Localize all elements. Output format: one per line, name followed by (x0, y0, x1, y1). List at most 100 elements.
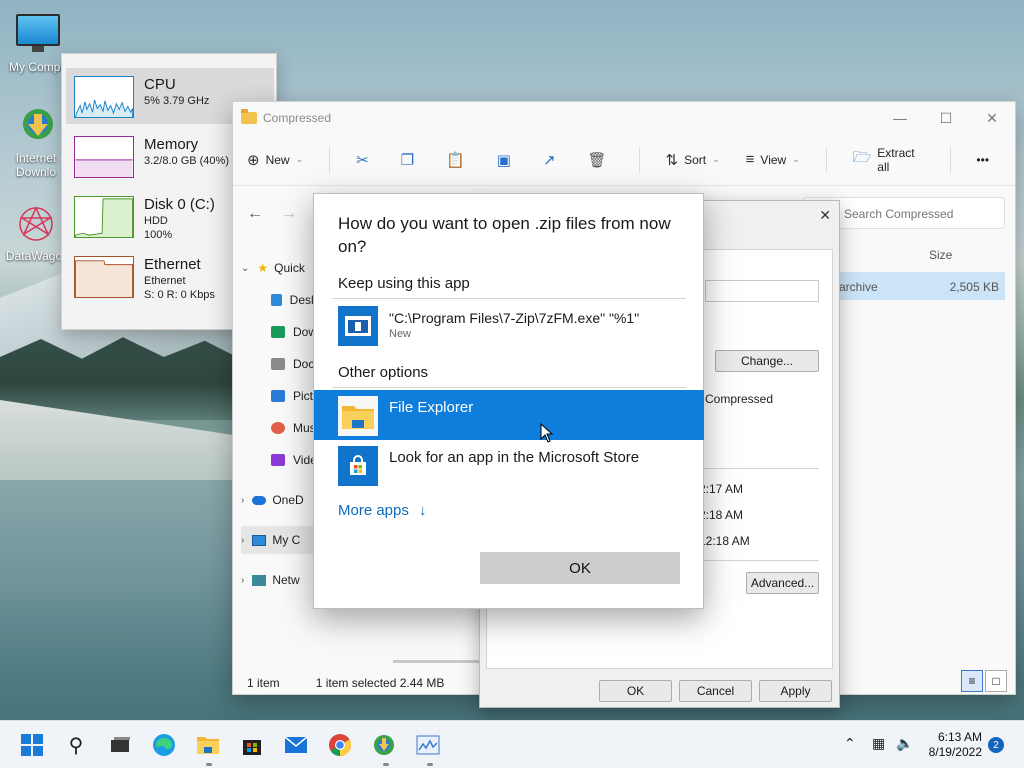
task-manager-taskbar-icon[interactable] (416, 733, 440, 757)
status-bar: 1 item 1 item selected 2.44 MB (247, 676, 445, 690)
desktop-icon-internet-download[interactable]: Internet Downlo (6, 106, 66, 179)
more-options-button[interactable]: ••• (976, 153, 989, 167)
divider (699, 560, 819, 561)
nav-downloads[interactable]: Dow (241, 318, 317, 346)
perf-name: Ethernet (144, 256, 201, 273)
clipboard-icon: 📋 (446, 151, 465, 169)
download-manager-taskbar-icon[interactable] (372, 733, 396, 757)
edge-browser-icon[interactable] (152, 733, 176, 757)
current-app-option[interactable]: "C:\Program Files\7-Zip\7zFM.exe" "%1" N… (314, 300, 704, 350)
microsoft-store-option[interactable]: Look for an app in the Microsoft Store (314, 440, 704, 490)
copy-button[interactable]: ❐ (401, 151, 420, 169)
nav-documents[interactable]: Doc (241, 350, 317, 378)
task-view-icon[interactable] (108, 733, 132, 757)
more-apps-link[interactable]: More apps ↓ (338, 502, 427, 519)
start-button[interactable] (20, 733, 44, 757)
file-explorer-icon (338, 396, 378, 436)
apply-button[interactable]: Apply (759, 680, 832, 702)
cancel-button[interactable]: Cancel (679, 680, 752, 702)
download-manager-icon (23, 109, 53, 139)
file-explorer-taskbar-icon[interactable] (196, 733, 220, 757)
change-button[interactable]: Change... (715, 350, 819, 372)
nav-my-computer[interactable]: › My C (241, 526, 317, 554)
volume-icon[interactable]: 🔈 (896, 735, 913, 752)
network-status-icon[interactable]: ▦ (872, 735, 885, 752)
chevron-down-icon: ⌄ (712, 154, 720, 164)
star-icon: ★ (257, 261, 269, 275)
nav-pictures[interactable]: Pict (241, 382, 317, 410)
monitor-icon (16, 14, 60, 52)
mouse-cursor-icon (540, 423, 554, 443)
trash-icon: 🗑 (587, 151, 607, 169)
column-header-size[interactable]: Size (929, 248, 952, 262)
share-button[interactable]: ↗ (543, 151, 562, 169)
nav-quick-access[interactable]: ⌄ ★ Quick (241, 254, 317, 282)
chevron-right-icon: › (241, 534, 245, 546)
perf-detail: 100% (144, 229, 173, 241)
desktop-icon-my-computer[interactable]: My Compu (8, 10, 68, 74)
datawagon-icon (19, 206, 53, 241)
dialog-question: How do you want to open .zip files from … (338, 214, 671, 256)
nav-onedrive[interactable]: › OneD (241, 486, 317, 514)
running-indicator (427, 763, 433, 766)
nav-network[interactable]: › Netw (241, 566, 317, 594)
chevron-down-icon: ⌄ (792, 154, 800, 164)
open-with-dialog: How do you want to open .zip files from … (313, 193, 704, 609)
document-icon (271, 358, 285, 370)
extract-all-button[interactable]: 🗁 Extract all (853, 146, 924, 174)
created-time: 2:17 AM (699, 482, 744, 496)
notification-badge[interactable]: 2 (988, 737, 1004, 753)
rename-icon: ▣ (496, 151, 511, 169)
chevron-up-icon[interactable]: ⌃ (844, 735, 856, 752)
view-button[interactable]: ≡ View ⌄ (746, 151, 800, 168)
disk-graph (74, 196, 134, 238)
forward-arrow-icon[interactable]: → (281, 205, 297, 223)
nav-music[interactable]: Mus (241, 414, 317, 442)
keep-using-heading: Keep using this app (338, 275, 470, 292)
new-button[interactable]: ⊕ New ⌄ (247, 151, 303, 169)
advanced-button[interactable]: Advanced... (746, 572, 819, 594)
running-indicator (206, 763, 212, 766)
toolbar-divider (638, 146, 640, 173)
cut-button[interactable]: ✂ (356, 151, 375, 169)
clock[interactable]: 6:13 AM 8/19/2022 (929, 730, 982, 760)
details-view-button[interactable]: ≡ (961, 670, 983, 692)
download-icon (271, 326, 285, 338)
sort-button[interactable]: ⇅ Sort ⌄ (666, 151, 720, 169)
share-icon: ↗ (542, 151, 556, 169)
running-indicator (383, 763, 389, 766)
delete-button[interactable]: 🗑 (588, 151, 613, 169)
file-explorer-option[interactable]: File Explorer (314, 390, 704, 440)
app-window-icon (338, 306, 378, 346)
video-icon (271, 454, 285, 466)
divider (699, 468, 819, 469)
search-icon[interactable]: ⚲ (64, 733, 88, 757)
close-icon[interactable]: ✕ (819, 207, 831, 224)
nav-desktop[interactable]: Desk (241, 286, 317, 314)
tiles-view-button[interactable]: □ (985, 670, 1007, 692)
nav-videos[interactable]: Vide (241, 446, 317, 474)
minimize-button[interactable]: — (877, 102, 923, 134)
maximize-button[interactable]: ☐ (923, 102, 969, 134)
extract-icon: 🗁 (852, 149, 872, 166)
cloud-icon (252, 495, 267, 505)
rename-button[interactable]: ▣ (497, 151, 517, 169)
chrome-icon[interactable] (328, 733, 352, 757)
mail-icon[interactable] (284, 733, 308, 757)
store-bag-icon (338, 446, 378, 486)
ok-button[interactable]: OK (480, 552, 680, 584)
desktop-icon-datawagon[interactable]: DataWago (4, 204, 64, 263)
microsoft-store-taskbar-icon[interactable] (240, 733, 264, 757)
other-options-heading: Other options (338, 364, 429, 381)
perf-detail: S: 0 R: 0 Kbps (144, 289, 215, 301)
perf-detail: 5% 3.79 GHz (144, 95, 210, 107)
name-field[interactable] (705, 280, 819, 302)
paste-button[interactable]: 📋 (446, 151, 471, 169)
ok-button[interactable]: OK (599, 680, 672, 702)
close-button[interactable]: ✕ (969, 102, 1015, 134)
divider (332, 387, 686, 388)
network-icon (252, 574, 267, 586)
back-arrow-icon[interactable]: ← (247, 205, 263, 223)
music-icon (271, 422, 285, 434)
sort-icon: ⇅ (665, 151, 679, 169)
